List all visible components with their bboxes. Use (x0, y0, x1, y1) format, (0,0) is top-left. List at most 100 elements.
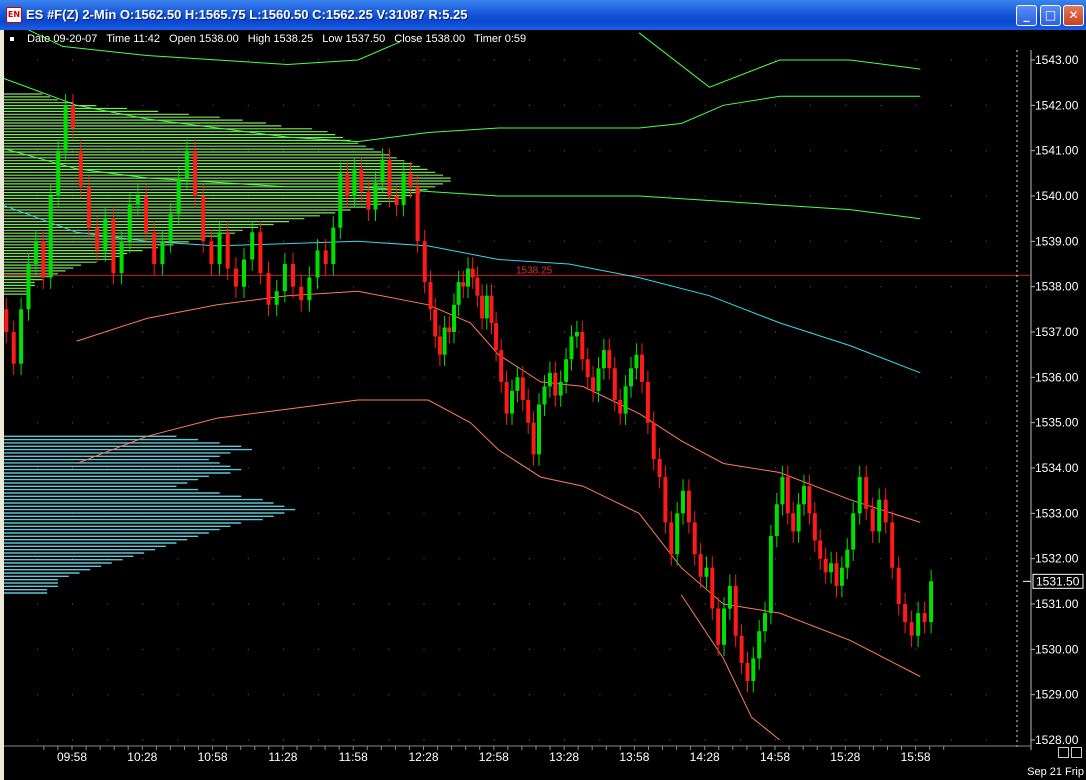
grid-dot (353, 467, 355, 469)
grid-dot (950, 558, 952, 560)
scale-button-icon[interactable] (1071, 747, 1082, 758)
grid-dot (318, 104, 319, 106)
candle-down (591, 377, 596, 391)
grid-dot (669, 422, 671, 424)
grid-dot (634, 648, 636, 650)
grid-dot (950, 694, 952, 696)
candle-up (763, 613, 767, 632)
grid-dot (529, 648, 530, 650)
grid-dot (458, 467, 460, 469)
x-tick-label: 13:58 (619, 750, 649, 764)
x-tick-label: 11:58 (339, 750, 368, 764)
candle-up (19, 309, 24, 364)
grid-dot (775, 376, 776, 378)
last-price-label: 1531.50 (1036, 574, 1080, 588)
grid-dot (915, 104, 917, 106)
close-button[interactable]: ✕ (1063, 5, 1084, 26)
grid-dot (775, 240, 776, 242)
grid-dot (212, 467, 214, 469)
candle-up (845, 549, 850, 568)
grid-dot (634, 694, 636, 696)
maximize-button[interactable]: □ (1040, 5, 1061, 26)
minimize-button[interactable]: _ (1016, 5, 1037, 26)
grid-dot (845, 467, 847, 469)
candle-down (890, 522, 895, 568)
chart-area[interactable]: Date 09-20-07 Time 11:42 Open 1538.00 High 1… (4, 30, 1086, 780)
grid-dot (247, 603, 249, 605)
grid-dot (423, 558, 425, 560)
candle-up (574, 332, 579, 337)
grid-dot (493, 240, 495, 242)
grid-dot (388, 558, 390, 560)
grid-dot (845, 195, 847, 197)
grid-dot (142, 331, 144, 333)
grid-dot (950, 376, 952, 378)
grid-dot (423, 150, 425, 152)
grid-dot (950, 512, 952, 514)
grid-dot (669, 603, 671, 605)
candle-down (698, 554, 703, 577)
grid-dot (599, 104, 601, 106)
grid-dot (142, 467, 144, 469)
grid-dot (739, 104, 741, 106)
y-tick-label: 1539.00 (1035, 234, 1079, 248)
grid-dot (458, 331, 460, 333)
grid-dot (845, 739, 847, 741)
grid-dot (142, 739, 144, 741)
grid-dot (36, 648, 38, 650)
candle-up (26, 264, 31, 310)
candle-up (757, 631, 762, 659)
grid-dot (845, 331, 847, 333)
candle-down (883, 499, 888, 523)
grid-dot (212, 603, 214, 605)
candle-down (585, 359, 590, 378)
y-tick-label: 1540.00 (1035, 189, 1079, 203)
grid-dot (880, 195, 882, 197)
grid-dot (353, 331, 355, 333)
grid-dot (247, 331, 249, 333)
candle-up (515, 377, 520, 391)
grid-dot (458, 104, 460, 106)
grid-dot (810, 286, 812, 288)
app-icon[interactable]: EN (6, 7, 22, 23)
grid-dot (212, 150, 214, 152)
candle-up (623, 386, 628, 414)
candle-down (11, 332, 16, 364)
x-tick-label: 12:28 (408, 750, 438, 764)
grid-dot (880, 331, 882, 333)
candle-down (437, 336, 442, 355)
grid-dot (318, 739, 319, 741)
candle-down (209, 241, 214, 264)
grid-dot (282, 376, 284, 378)
grid-dot (282, 104, 284, 106)
grid-dot (810, 376, 812, 378)
candle-down (225, 232, 230, 269)
grid-dot (915, 331, 917, 333)
grid-dot (247, 59, 249, 61)
grid-dot (634, 104, 636, 106)
candle-down (78, 150, 83, 187)
candle-up (796, 504, 801, 532)
candle-up (484, 295, 489, 319)
grid-dot (318, 59, 319, 61)
grid-dot (247, 150, 249, 152)
grid-dot (388, 376, 390, 378)
candle-down (494, 322, 499, 351)
candle-down (489, 295, 494, 323)
candle-down (645, 381, 650, 423)
grid-dot (282, 603, 284, 605)
x-tick-label: 15:58 (901, 750, 931, 764)
grid-dot (634, 240, 636, 242)
grid-dot (950, 286, 952, 288)
grid-dot (493, 558, 495, 560)
grid-dot (493, 376, 495, 378)
grid-dot (845, 240, 847, 242)
scale-button-icon[interactable] (1058, 747, 1069, 758)
title-bar[interactable]: EN ES #F(Z) 2-Min O:1562.50 H:1565.75 L:… (0, 0, 1086, 30)
corner-buttons (1056, 743, 1082, 762)
candle-up (722, 608, 726, 645)
grid-dot (177, 648, 179, 650)
candle-down (896, 567, 901, 604)
grid-dot (845, 150, 847, 152)
price-chart[interactable]: 1538.25 1543.00 1542.00 1541.00 1540.00 1539.… (4, 30, 1086, 780)
